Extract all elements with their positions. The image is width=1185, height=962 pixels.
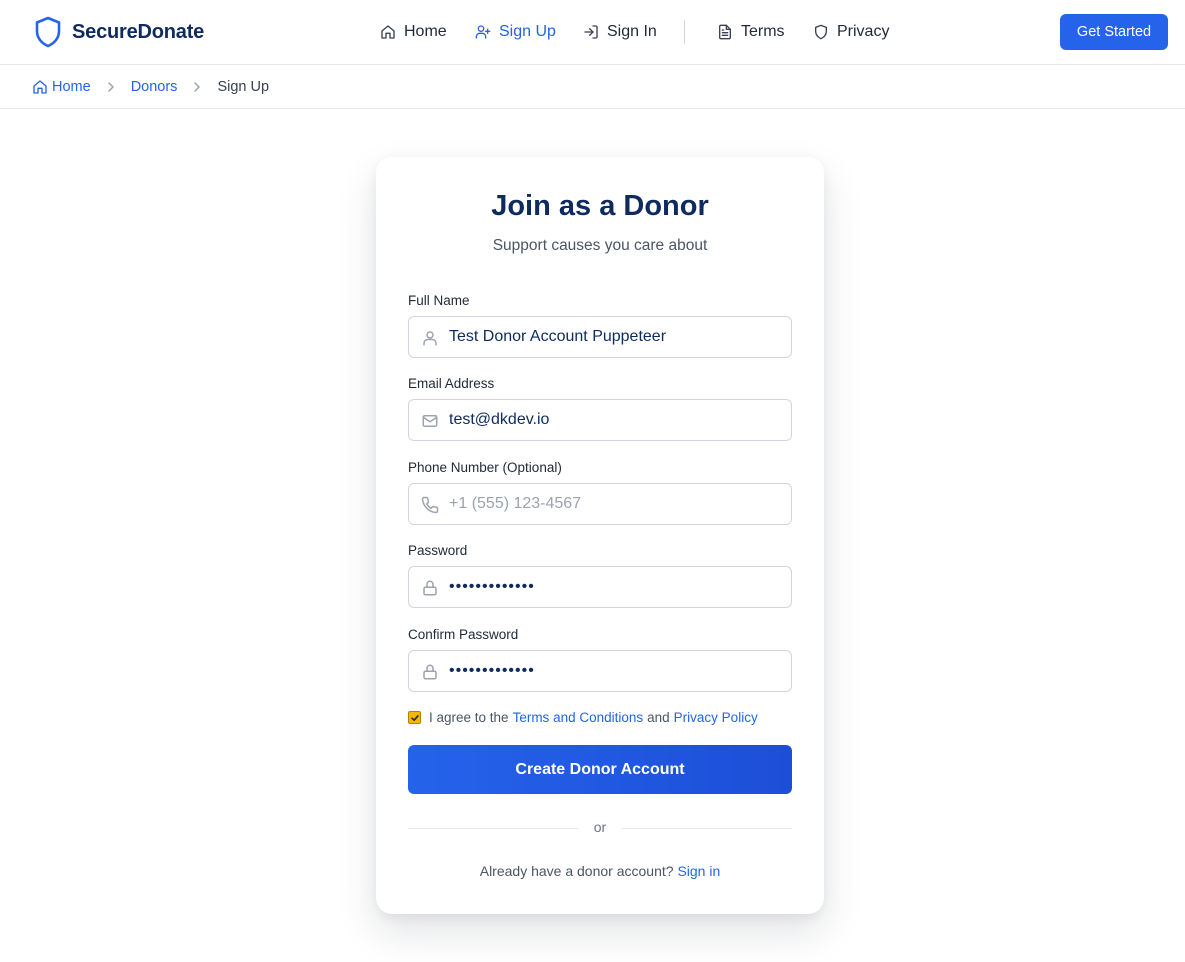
divider-right xyxy=(622,828,792,829)
phone-label: Phone Number (Optional) xyxy=(408,460,562,475)
signup-card: Join as a Donor Support causes you care … xyxy=(376,157,824,914)
lock-icon xyxy=(423,580,437,596)
nav-home[interactable]: Home xyxy=(380,0,447,64)
breadcrumb-home[interactable]: Home xyxy=(32,79,91,95)
signin-prompt: Already have a donor account? Sign in xyxy=(376,863,824,879)
email-label: Email Address xyxy=(408,376,495,391)
terms-agreement: I agree to the Terms and Conditions and … xyxy=(408,710,758,725)
agree-checkbox[interactable] xyxy=(408,711,421,724)
nav-privacy[interactable]: Privacy xyxy=(813,0,889,64)
confirm-password-label: Confirm Password xyxy=(408,627,519,642)
breadcrumb-home-label: Home xyxy=(52,78,91,95)
full-name-label: Full Name xyxy=(408,293,470,308)
nav-sign-up[interactable]: Sign Up xyxy=(475,0,556,64)
shield-logo-icon xyxy=(35,16,61,48)
email-input[interactable] xyxy=(449,401,779,439)
nav-terms[interactable]: Terms xyxy=(717,0,785,64)
chevron-right-icon xyxy=(177,81,217,93)
brand-name: SecureDonate xyxy=(72,20,205,43)
nav-divider xyxy=(684,20,685,44)
phone-input[interactable] xyxy=(449,485,779,523)
nav-sign-up-label: Sign Up xyxy=(499,23,556,40)
agree-prefix: I agree to the xyxy=(429,710,509,725)
password-label: Password xyxy=(408,543,468,558)
home-icon xyxy=(33,79,47,94)
page-subtitle: Support causes you care about xyxy=(492,237,708,254)
breadcrumb-donors[interactable]: Donors xyxy=(131,79,178,95)
signin-prompt-text: Already have a donor account? xyxy=(479,863,674,879)
nav-sign-in-label: Sign In xyxy=(607,23,657,40)
check-icon xyxy=(411,715,419,721)
agree-middle: and xyxy=(647,710,670,725)
email-field xyxy=(408,399,792,441)
confirm-password-field xyxy=(408,650,792,692)
phone-icon xyxy=(421,496,439,514)
log-in-icon xyxy=(584,25,598,39)
page-title: Join as a Donor xyxy=(491,190,709,222)
brand-logo[interactable]: SecureDonate xyxy=(35,16,204,48)
password-field xyxy=(408,566,792,608)
phone-field xyxy=(408,483,792,525)
lock-icon xyxy=(423,664,437,680)
mail-icon xyxy=(422,415,438,427)
create-account-button[interactable]: Create Donor Account xyxy=(408,745,792,794)
home-icon xyxy=(381,25,395,39)
get-started-button[interactable]: Get Started xyxy=(1060,14,1168,50)
top-navbar: SecureDonate Home Sign Up Sign In Terms … xyxy=(0,0,1185,65)
confirm-password-input[interactable] xyxy=(449,652,779,690)
user-icon xyxy=(423,331,437,346)
document-icon xyxy=(719,24,731,40)
full-name-input[interactable] xyxy=(449,318,779,356)
shield-icon xyxy=(815,24,827,40)
nav-privacy-label: Privacy xyxy=(837,23,890,40)
nav-sign-in[interactable]: Sign In xyxy=(583,0,657,64)
signin-link[interactable]: Sign in xyxy=(677,863,720,879)
user-plus-icon xyxy=(475,25,491,39)
divider-or: or xyxy=(593,819,607,835)
chevron-right-icon xyxy=(91,81,131,93)
terms-link[interactable]: Terms and Conditions xyxy=(513,710,644,725)
full-name-field xyxy=(408,316,792,358)
breadcrumb-current: Sign Up xyxy=(217,78,270,95)
nav-home-label: Home xyxy=(404,23,447,40)
breadcrumb: Home Donors Sign Up xyxy=(0,65,1185,109)
password-input[interactable] xyxy=(449,568,779,606)
nav-terms-label: Terms xyxy=(741,23,785,40)
privacy-link[interactable]: Privacy Policy xyxy=(674,710,758,725)
